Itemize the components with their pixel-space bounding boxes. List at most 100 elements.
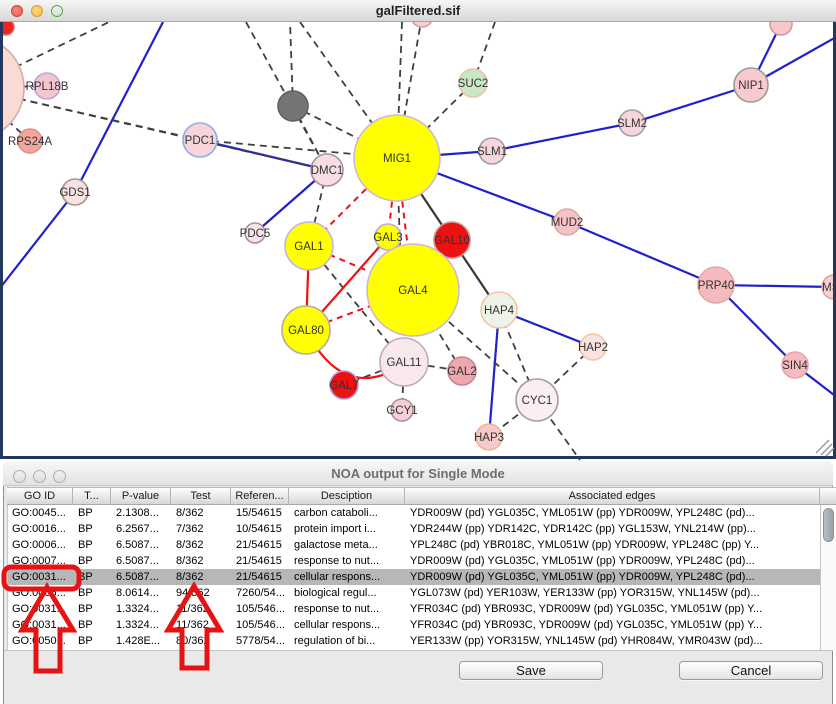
cell: cellular respons... <box>290 569 406 585</box>
table-row[interactable]: GO:0031...BP6.5087...8/36221/54615cellul… <box>8 569 820 585</box>
column-header-t-[interactable]: T... <box>73 488 111 505</box>
table-bottom-divider <box>4 650 833 651</box>
edge-pp-blue <box>632 85 751 123</box>
cell: BP <box>74 633 112 649</box>
node-label-DMC1: DMC1 <box>311 165 344 177</box>
node-label-PDC5: PDC5 <box>240 228 271 240</box>
cell: 10/54615 <box>232 521 290 537</box>
column-header-p-value[interactable]: P-value <box>111 488 171 505</box>
cell: BP <box>74 601 112 617</box>
cell: 5778/54... <box>232 633 290 649</box>
header-corner <box>820 488 836 505</box>
node-label-SIN4: SIN4 <box>782 360 808 372</box>
cell: 8/362 <box>172 569 232 585</box>
cell: YDR244W (pp) YDR142C, YDR142C (pp) YGL15… <box>406 521 821 537</box>
table-row[interactable]: GO:0065...BP8.0614...94/3627260/54...bio… <box>8 585 820 601</box>
node-top-partial-pink[interactable] <box>411 22 433 27</box>
cell: 7/362 <box>172 521 232 537</box>
table-row[interactable]: GO:0007...BP6.5087...8/36221/54615respon… <box>8 553 820 569</box>
column-header-desciption[interactable]: Desciption <box>289 488 405 505</box>
cell: YFR034C (pd) YBR093C, YDR009W (pd) YGL03… <box>406 601 821 617</box>
cell: 1.428E... <box>112 633 172 649</box>
cancel-button[interactable]: Cancel <box>679 661 823 680</box>
cell: 21/54615 <box>232 569 290 585</box>
node-label-GAL11: GAL11 <box>387 357 422 369</box>
cell: GO:0065... <box>8 585 74 601</box>
node-top-right-pink[interactable] <box>770 22 792 35</box>
cell: GO:0031... <box>8 601 74 617</box>
cell: 15/54615 <box>232 505 290 521</box>
cell: BP <box>74 553 112 569</box>
table-row[interactable]: GO:0045...BP2.1308...8/36215/54615carbon… <box>8 505 820 521</box>
node-label-SUC2: SUC2 <box>458 78 489 90</box>
cell: YER133W (pp) YOR315W, YNL145W (pd) YHR08… <box>406 633 821 649</box>
cell: 94/362 <box>172 585 232 601</box>
node-label-RPL18B: RPL18B <box>26 81 69 93</box>
column-header-test[interactable]: Test <box>171 488 231 505</box>
node-label-GAL10: GAL10 <box>434 235 470 247</box>
cell: carbon cataboli... <box>290 505 406 521</box>
cell: biological regul... <box>290 585 406 601</box>
cell: YDR009W (pd) YGL035C, YML051W (pp) YDR00… <box>406 569 821 585</box>
cell: 21/54615 <box>232 553 290 569</box>
cell: GO:0045... <box>8 505 74 521</box>
table-row[interactable]: GO:0031...BP1.3324...11/362105/546...res… <box>8 601 820 617</box>
node-label-GAL80: GAL80 <box>288 325 324 337</box>
node-label-NIP1: NIP1 <box>738 80 764 92</box>
cell: protein import i... <box>290 521 406 537</box>
node-label-CYC1: CYC1 <box>522 395 553 407</box>
cell: 8/362 <box>172 505 232 521</box>
table-row[interactable]: GO:0050...BP1.428E...80/3625778/54...reg… <box>8 633 820 649</box>
table-row[interactable]: GO:0031...BP1.3324...11/362105/546...cel… <box>8 617 820 633</box>
cell: response to nut... <box>290 553 406 569</box>
cell: YDR009W (pd) YGL035C, YML051W (pp) YDR00… <box>406 553 821 569</box>
cell: BP <box>74 505 112 521</box>
network-canvas[interactable]: RPL18BRPS24AGDS1PDC1PDC5DMC1MIG1SUC2SLM1… <box>0 22 836 461</box>
cell: YPL248C (pd) YBR018C, YML051W (pp) YDR00… <box>406 537 821 553</box>
cell: 21/54615 <box>232 537 290 553</box>
cell: regulation of bi... <box>290 633 406 649</box>
node-label-GAL4: GAL4 <box>398 285 428 297</box>
edge-pp-blue <box>75 22 163 192</box>
cell: GO:0006... <box>8 537 74 553</box>
node-label-GDS1: GDS1 <box>59 187 90 199</box>
node-label-MUD2: MUD2 <box>551 217 584 229</box>
cell: 2.1308... <box>112 505 172 521</box>
resize-grip-icon[interactable] <box>816 440 829 453</box>
node-gray-node[interactable] <box>278 91 308 121</box>
cell: GO:0031... <box>8 569 74 585</box>
node-label-HAP3: HAP3 <box>474 432 504 444</box>
table-body: GO:0045...BP2.1308...8/36215/54615carbon… <box>7 505 820 650</box>
cell: 105/546... <box>232 617 290 633</box>
node-label-SLM2: SLM2 <box>617 118 647 130</box>
save-button[interactable]: Save <box>459 661 603 680</box>
table-header[interactable]: GO IDT...P-valueTestReferen...Desciption… <box>7 487 836 505</box>
node-label-GCY1: GCY1 <box>386 405 417 417</box>
cell: BP <box>74 521 112 537</box>
column-header-referen-[interactable]: Referen... <box>231 488 289 505</box>
node-label-SLM1: SLM1 <box>477 146 507 158</box>
cell: response to nut... <box>290 601 406 617</box>
node-label-HAP4: HAP4 <box>484 305 515 317</box>
cell: 11/362 <box>172 617 232 633</box>
cell: BP <box>74 569 112 585</box>
cell: 105/546... <box>232 601 290 617</box>
column-header-go-id[interactable]: GO ID <box>7 488 73 505</box>
cell: 8.0614... <box>112 585 172 601</box>
table-row[interactable]: GO:0016...BP6.2567...7/36210/54615protei… <box>8 521 820 537</box>
cell: YGL073W (pd) YER103W, YER133W (pp) YOR31… <box>406 585 821 601</box>
cell: YDR009W (pd) YGL035C, YML051W (pp) YDR00… <box>406 505 821 521</box>
node-label-GAL2: GAL2 <box>447 366 476 378</box>
cell: 80/362 <box>172 633 232 649</box>
table-scrollbar-thumb[interactable] <box>823 508 834 542</box>
node-label-MIG1: MIG1 <box>383 153 411 165</box>
cell: GO:0007... <box>8 553 74 569</box>
node-label-HAP2: HAP2 <box>578 342 608 354</box>
node-label-PDC1: PDC1 <box>185 135 216 147</box>
cell: 7260/54... <box>232 585 290 601</box>
edge-pp-blue <box>0 192 75 288</box>
column-header-associated-edges[interactable]: Associated edges <box>405 488 820 505</box>
cell: GO:0016... <box>8 521 74 537</box>
table-row[interactable]: GO:0006...BP6.5087...8/36221/54615galact… <box>8 537 820 553</box>
cell: 8/362 <box>172 553 232 569</box>
